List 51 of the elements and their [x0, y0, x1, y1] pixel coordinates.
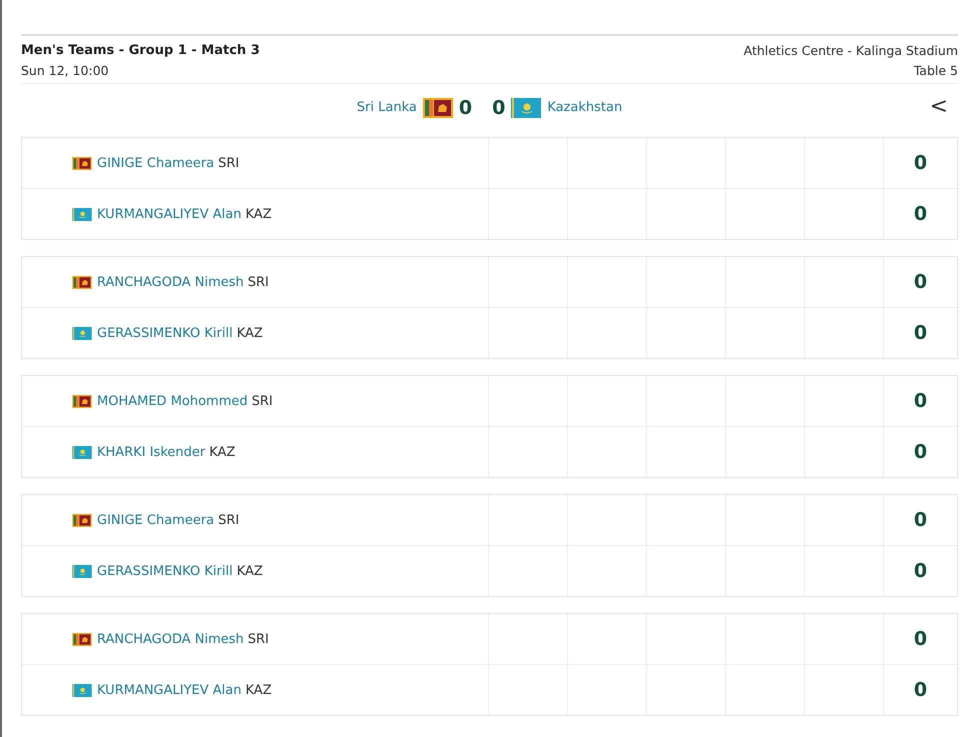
- country-code: KAZ: [236, 564, 263, 578]
- player-score: 0: [914, 509, 928, 531]
- venue-text: Athletics Centre - Kalinga Stadium: [744, 43, 958, 58]
- player-link[interactable]: MOHAMED Mohommed: [97, 394, 248, 408]
- player-score: 0: [914, 390, 928, 412]
- country-code: SRI: [248, 632, 269, 646]
- flag-icon: [72, 514, 92, 526]
- flag-icon: [72, 446, 92, 458]
- player-link[interactable]: GINIGE Chameera: [97, 156, 214, 170]
- back-button[interactable]: <: [926, 94, 952, 119]
- country-code: KAZ: [236, 326, 263, 340]
- player-link[interactable]: KURMANGALIYEV Alan: [97, 206, 242, 222]
- player-score: 0: [914, 441, 928, 463]
- country-code: SRI: [248, 274, 269, 290]
- country-code: KAZ: [246, 682, 272, 698]
- table-label: Table 5: [914, 63, 958, 78]
- team-link[interactable]: Sri Lanka: [356, 100, 417, 115]
- team-score: 0: [492, 96, 506, 118]
- flag-icon: [72, 276, 92, 288]
- player-link[interactable]: GERASSIMENKO Kirill: [97, 326, 233, 340]
- player-link[interactable]: KHARKI Iskender: [97, 444, 206, 460]
- player-link[interactable]: KURMANGALIYEV Alan: [97, 682, 242, 698]
- flag-icon: [72, 394, 92, 408]
- player-score: 0: [914, 203, 928, 225]
- country-code: KAZ: [209, 444, 236, 460]
- country-code: SRI: [252, 394, 273, 408]
- match-title: Men's Teams - Group 1 - Match 3: [21, 43, 260, 58]
- player-score: 0: [914, 152, 928, 174]
- country-code: KAZ: [246, 206, 272, 222]
- player-link[interactable]: GERASSIMENKO Kirill: [97, 564, 233, 578]
- flag-icon: [72, 564, 92, 578]
- match-date: Sun 12, 10:00: [21, 63, 110, 78]
- player-score: 0: [914, 628, 928, 650]
- flag-icon: [72, 156, 92, 170]
- player-link[interactable]: RANCHAGODA Nimesh: [97, 632, 244, 646]
- player-score: 0: [914, 560, 928, 582]
- player-score: 0: [914, 322, 928, 344]
- player-score: 0: [914, 679, 928, 701]
- player-score: 0: [914, 271, 928, 293]
- team-score: 0: [458, 96, 472, 118]
- player-link[interactable]: RANCHAGODA Nimesh: [97, 274, 244, 290]
- country-code: SRI: [218, 512, 240, 528]
- country-code: SRI: [218, 156, 240, 170]
- flag-icon: [72, 684, 92, 696]
- flag-icon: [72, 632, 92, 646]
- player-link[interactable]: GINIGE Chameera: [97, 512, 214, 528]
- flag-icon: [72, 208, 92, 220]
- flag-icon: [422, 98, 453, 118]
- team-link[interactable]: Kazakhstan: [547, 100, 622, 115]
- flag-icon: [511, 98, 542, 118]
- flag-icon: [72, 326, 92, 340]
